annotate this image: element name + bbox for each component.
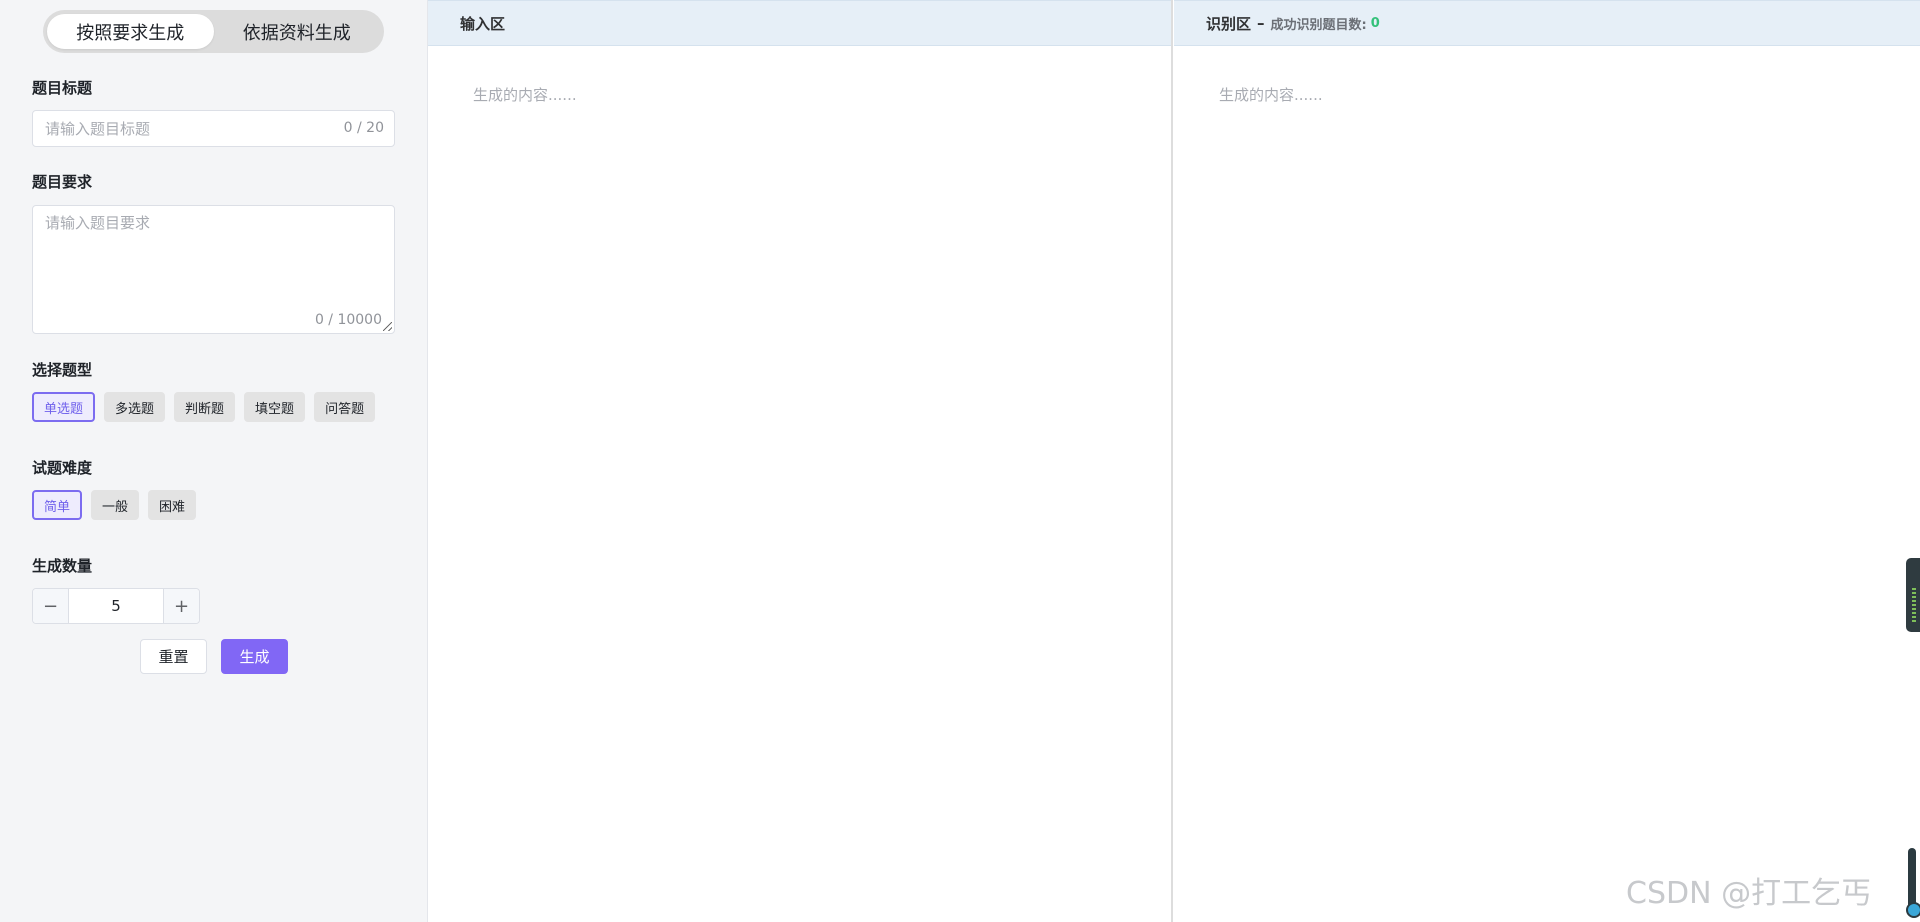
decrease-quantity-button[interactable]: − [33, 589, 69, 623]
recognized-count-value: 0 [1370, 15, 1380, 31]
header-separator: – [1257, 14, 1265, 32]
difficulty-normal[interactable]: 一般 [91, 490, 140, 520]
input-panel-title: 输入区 [460, 14, 506, 33]
generate-button[interactable]: 生成 [221, 639, 288, 674]
title-input[interactable] [45, 111, 325, 146]
generation-sidebar: 按照要求生成 依据资料生成 题目标题 0 / 20 题目要求 0 / 10000… [0, 0, 428, 922]
reset-button[interactable]: 重置 [140, 639, 207, 674]
title-char-counter: 0 / 20 [343, 120, 384, 136]
question-type-options: 单选题 多选题 判断题 填空题 问答题 [32, 392, 376, 422]
quantity-value[interactable]: 5 [69, 589, 163, 623]
thermometer-widget-icon[interactable] [1906, 848, 1920, 918]
question-type-true-false[interactable]: 判断题 [174, 392, 236, 422]
difficulty-hard[interactable]: 困难 [148, 490, 197, 520]
watermark: CSDN @打工乞丐 [1626, 876, 1872, 911]
mode-toggle: 按照要求生成 依据资料生成 [43, 10, 384, 53]
title-label: 题目标题 [32, 79, 93, 97]
quantity-label: 生成数量 [32, 557, 93, 575]
recognition-panel-title: 识别区 [1206, 14, 1252, 33]
minus-icon: − [42, 595, 59, 617]
input-panel: 输入区 生成的内容...... [428, 0, 1173, 922]
requirement-label: 题目要求 [32, 173, 93, 191]
quantity-stepper: − 5 + [32, 588, 200, 624]
mode-by-material-tab[interactable]: 依据资料生成 [214, 14, 381, 49]
recognition-panel: 识别区 – 成功识别题目数: 0 生成的内容...... [1174, 0, 1920, 922]
resize-grip-icon[interactable] [383, 322, 392, 331]
increase-quantity-button[interactable]: + [163, 589, 199, 623]
difficulty-easy[interactable]: 简单 [32, 490, 83, 520]
question-type-single-choice[interactable]: 单选题 [32, 392, 96, 422]
input-panel-content[interactable]: 生成的内容...... [428, 46, 1171, 105]
requirement-char-counter: 0 / 10000 [314, 312, 382, 328]
recognition-panel-content: 生成的内容...... [1219, 86, 1323, 104]
question-type-short-answer[interactable]: 问答题 [314, 392, 376, 422]
requirement-textarea[interactable] [45, 212, 380, 302]
side-meter-widget-icon[interactable] [1906, 558, 1920, 632]
question-type-multiple-choice[interactable]: 多选题 [104, 392, 166, 422]
input-panel-header: 输入区 [428, 0, 1171, 46]
question-type-label: 选择题型 [32, 361, 93, 379]
difficulty-label: 试题难度 [32, 459, 93, 477]
recognized-count-label: 成功识别题目数: [1270, 17, 1367, 33]
plus-icon: + [173, 595, 190, 617]
title-input-wrapper: 0 / 20 [32, 110, 395, 147]
question-type-fill-blank[interactable]: 填空题 [244, 392, 306, 422]
mode-by-requirement-tab[interactable]: 按照要求生成 [47, 14, 214, 49]
recognition-panel-header: 识别区 – 成功识别题目数: 0 [1174, 0, 1920, 46]
requirement-textarea-wrapper: 0 / 10000 [32, 205, 395, 334]
difficulty-options: 简单 一般 困难 [32, 490, 197, 520]
